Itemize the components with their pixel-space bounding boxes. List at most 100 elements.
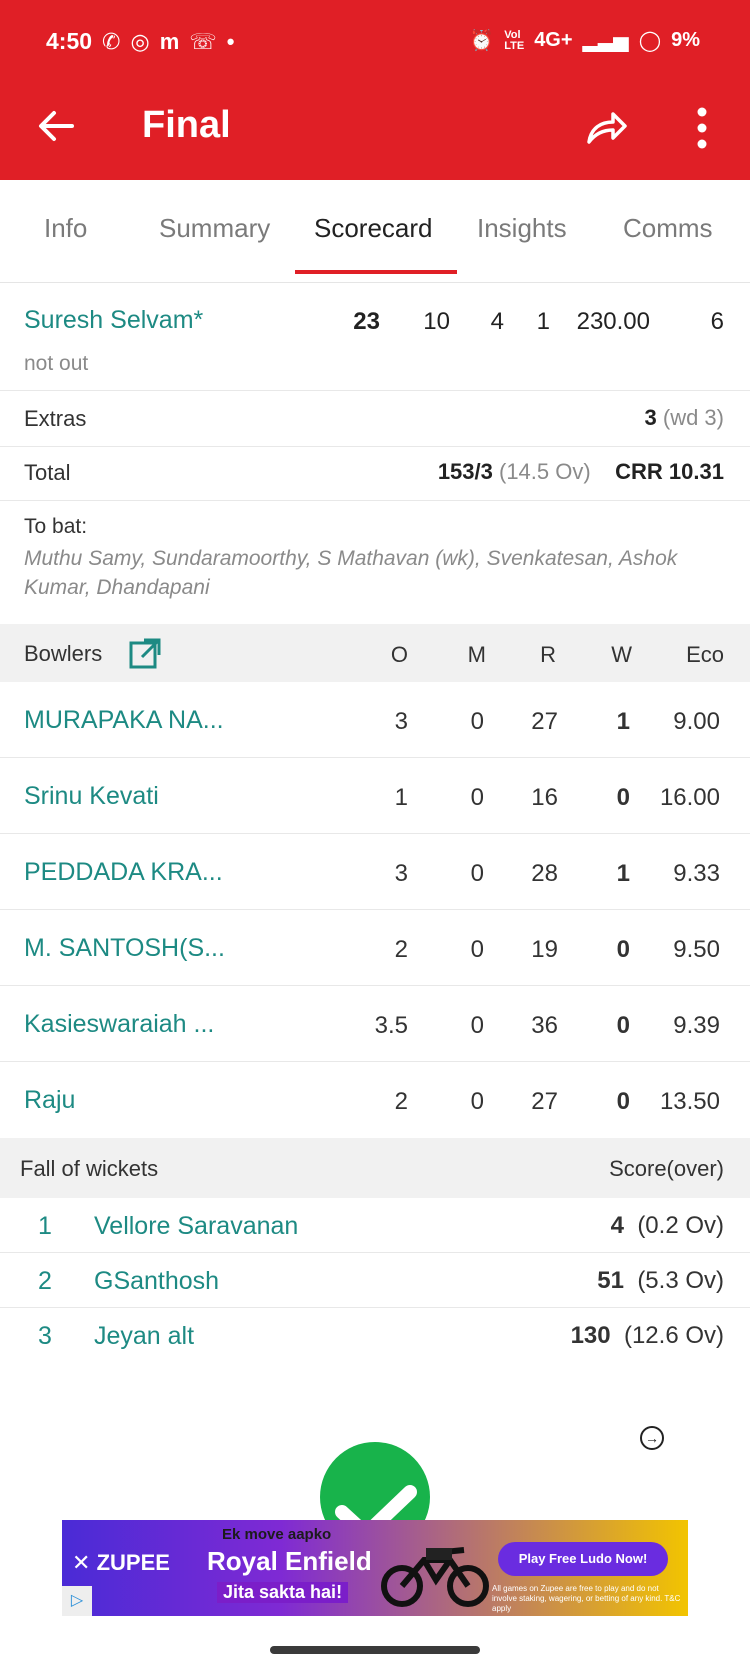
ad-headline: Royal Enfield: [207, 1546, 372, 1576]
batter-runs: 23: [353, 308, 380, 335]
tab-insights[interactable]: Insights: [477, 213, 567, 244]
extras-label: Extras: [24, 406, 87, 431]
extras-total: 3: [644, 405, 657, 430]
bowler-runs: 27: [531, 708, 558, 735]
bowler-wickets: 0: [616, 1012, 630, 1039]
wicket-number: 3: [38, 1322, 52, 1350]
fow-runs: 51: [597, 1267, 624, 1294]
bowler-wickets: 1: [616, 708, 630, 735]
home-gesture-handle[interactable]: [270, 1646, 480, 1654]
bowler-maidens: 0: [470, 860, 484, 887]
open-external-icon[interactable]: [128, 636, 162, 670]
page-title: Final: [142, 104, 231, 146]
bowler-wickets: 0: [616, 784, 630, 811]
tab-summary[interactable]: Summary: [159, 213, 270, 244]
batter-balls: 10: [423, 308, 450, 335]
bowler-name[interactable]: M. SANTOSH(S...: [24, 934, 225, 963]
ad-brand: ✕ ZUPEE: [72, 1550, 170, 1576]
to-bat-names: Muthu Samy, Sundaramoorthy, S Mathavan (…: [24, 547, 678, 599]
battery-percent: 9%: [671, 29, 700, 51]
share-icon[interactable]: [585, 108, 629, 148]
ad-banner[interactable]: ✕ ZUPEE Ek move aapko Royal Enfield Jita…: [62, 1520, 688, 1616]
whatsapp-icon: ✆: [102, 28, 121, 54]
tab-bar: Info Summary Scorecard Insights Comms: [0, 180, 750, 276]
back-arrow-icon[interactable]: [36, 106, 76, 146]
bowler-overs: 3: [394, 860, 408, 887]
bowler-wickets: 1: [616, 860, 630, 887]
system-nav-bar: [0, 1630, 750, 1676]
batter-name[interactable]: Suresh Selvam*: [24, 306, 203, 335]
divider: [0, 282, 750, 283]
col-economy: Eco: [686, 642, 724, 667]
tab-scorecard[interactable]: Scorecard: [314, 213, 433, 244]
fow-score: 4 (0.2 Ov): [611, 1212, 724, 1240]
bowler-name[interactable]: Srinu Kevati: [24, 782, 159, 811]
zupee-logo-icon: ✕: [72, 1550, 91, 1575]
tab-info[interactable]: Info: [44, 213, 87, 244]
bowler-row[interactable]: Kasieswaraiah ... 3.5 0 36 0 9.39: [0, 986, 750, 1062]
divider: [0, 446, 750, 447]
extras-detail: (wd 3): [662, 405, 724, 430]
col-runs: R: [540, 642, 556, 667]
ad-fine-print: All games on Zupee are free to play and …: [492, 1584, 681, 1613]
ad-close-icon[interactable]: →: [640, 1426, 664, 1450]
bowler-row[interactable]: PEDDADA KRA... 3 0 28 1 9.33: [0, 834, 750, 910]
total-overs: (14.5 Ov): [499, 459, 591, 484]
bowler-maidens: 0: [470, 936, 484, 963]
bowler-row[interactable]: Raju 2 0 27 0 13.50: [0, 1062, 750, 1138]
fow-row[interactable]: 3 Jeyan alt 130 (12.6 Ov): [0, 1308, 750, 1363]
alarm-icon: ⏰: [469, 30, 495, 52]
app-bar: Final: [0, 80, 750, 180]
fow-batter-name[interactable]: Vellore Saravanan: [94, 1212, 298, 1241]
ad-choices-icon[interactable]: ▷: [62, 1586, 92, 1616]
bowler-wickets: 0: [616, 1088, 630, 1115]
fow-batter-name[interactable]: Jeyan alt: [94, 1322, 194, 1351]
divider: [0, 500, 750, 501]
motorcycle-image: [381, 1547, 489, 1607]
bowler-row[interactable]: M. SANTOSH(S... 2 0 19 0 9.50: [0, 910, 750, 986]
wicket-number: 2: [38, 1267, 52, 1295]
volte-icon: Vol LTE: [504, 28, 525, 52]
bowler-name[interactable]: MURAPAKA NA...: [24, 706, 224, 735]
bowler-maidens: 0: [470, 708, 484, 735]
fall-of-wickets-header: Fall of wickets Score(over): [0, 1138, 750, 1198]
total-label: Total: [24, 460, 71, 485]
current-run-rate: CRR 10.31: [615, 459, 724, 484]
batter-fours: 4: [490, 308, 504, 335]
fow-row[interactable]: 1 Vellore Saravanan 4 (0.2 Ov): [0, 1198, 750, 1253]
fow-over: (5.3 Ov): [637, 1267, 724, 1294]
fow-over: (12.6 Ov): [623, 1322, 724, 1349]
bowler-row[interactable]: Srinu Kevati 1 0 16 0 16.00: [0, 758, 750, 834]
bowler-overs: 3: [394, 708, 408, 735]
bowler-wickets: 0: [616, 936, 630, 963]
fow-batter-name[interactable]: GSanthosh: [94, 1267, 219, 1296]
m-app-icon: m: [159, 28, 180, 54]
tab-comms[interactable]: Comms: [623, 213, 713, 244]
batter-row[interactable]: Suresh Selvam* not out 23 10 4 1 230.00 …: [0, 290, 750, 390]
extras-value: 3 (wd 3): [645, 405, 725, 431]
bowler-overs: 2: [394, 1088, 408, 1115]
more-options-icon[interactable]: [690, 104, 714, 152]
active-tab-indicator: [295, 270, 457, 274]
bowler-runs: 27: [531, 1088, 558, 1115]
ad-tagline: Ek move aapko: [222, 1526, 332, 1543]
bowlers-label: Bowlers: [24, 641, 103, 666]
bowler-name[interactable]: Raju: [24, 1086, 75, 1115]
bowler-maidens: 0: [470, 1012, 484, 1039]
ad-subline: Jita sakta hai!: [217, 1582, 349, 1603]
col-overs: O: [390, 642, 408, 667]
status-time: 4:50: [46, 28, 93, 54]
bowler-economy: 13.50: [659, 1088, 720, 1115]
bowler-runs: 19: [531, 936, 558, 963]
ad-brand-name: ZUPEE: [96, 1550, 170, 1575]
bowler-name[interactable]: PEDDADA KRA...: [24, 858, 223, 887]
bowler-name[interactable]: Kasieswaraiah ...: [24, 1010, 214, 1039]
fow-runs: 4: [610, 1212, 624, 1239]
bowler-row[interactable]: MURAPAKA NA... 3 0 27 1 9.00: [0, 682, 750, 758]
ad-cta-button[interactable]: Play Free Ludo Now!: [498, 1542, 668, 1576]
fow-score: 51 (5.3 Ov): [597, 1267, 724, 1295]
col-wickets: W: [611, 642, 632, 667]
to-bat-label: To bat:: [24, 515, 88, 538]
batter-sixes: 1: [536, 308, 550, 335]
fow-row[interactable]: 2 GSanthosh 51 (5.3 Ov): [0, 1253, 750, 1308]
